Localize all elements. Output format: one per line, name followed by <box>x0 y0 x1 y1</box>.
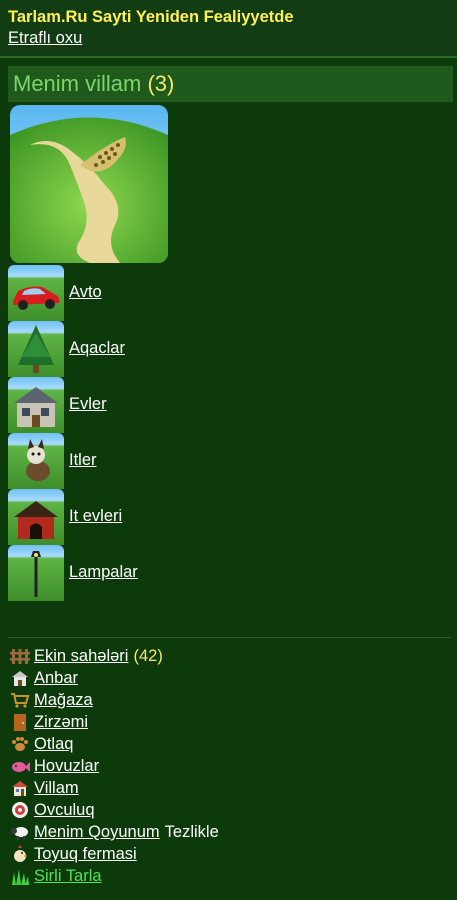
menu-link[interactable]: Sirli Tarla <box>34 865 102 887</box>
announcement-banner: Tarlam.Ru Sayti Yeniden Fealiyyetde Etra… <box>0 0 457 58</box>
menu-item-sirli-tarla[interactable]: Sirli Tarla <box>10 865 102 887</box>
category-aqaclar[interactable]: Aqaclar <box>8 321 408 377</box>
paw-icon <box>10 735 30 753</box>
fish-icon <box>10 757 30 775</box>
grass-icon <box>10 867 30 885</box>
category-lampalar[interactable]: Lampalar <box>8 545 408 601</box>
category-it-evleri[interactable]: It evleri <box>8 489 408 545</box>
section-header: Menim villam (3) <box>8 66 453 102</box>
category-label[interactable]: Avto <box>69 281 102 303</box>
menu-item-hovuzlar[interactable]: Hovuzlar <box>10 755 99 777</box>
menu-link[interactable]: Menim Qoyunum <box>34 821 160 843</box>
car-icon <box>8 265 64 321</box>
sheep-icon <box>10 823 30 841</box>
menu-link[interactable]: Otlaq <box>34 733 73 755</box>
category-label[interactable]: Lampalar <box>69 561 138 583</box>
villa-image <box>10 105 168 263</box>
menu-item-otlaq[interactable]: Otlaq <box>10 733 73 755</box>
menu-item-ovculuq[interactable]: Ovculuq <box>10 799 95 821</box>
lamp-icon <box>8 545 64 601</box>
menu-link[interactable]: Mağaza <box>34 689 93 711</box>
section-count: (3) <box>147 71 175 96</box>
menu-count: (42) <box>133 647 163 665</box>
category-itler[interactable]: Itler <box>8 433 408 489</box>
menu-item-magaza[interactable]: Mağaza <box>10 689 93 711</box>
house-icon <box>8 377 64 433</box>
menu-item-toyuq-fermasi[interactable]: Toyuq fermasi <box>10 843 137 865</box>
menu-link[interactable]: Ekin sahələri <box>34 645 128 667</box>
menu-item-menim-qoyunum[interactable]: Menim Qoyunum Tezlikle <box>10 821 219 843</box>
category-label[interactable]: Evler <box>69 393 107 415</box>
target-icon <box>10 801 30 819</box>
category-evler[interactable]: Evler <box>8 377 408 433</box>
menu-link[interactable]: Villam <box>34 777 79 799</box>
menu-link[interactable]: Zirzəmi <box>34 711 88 733</box>
category-avto[interactable]: Avto <box>8 265 408 321</box>
barn-icon <box>10 669 30 687</box>
announcement-title: Tarlam.Ru Sayti Yeniden Fealiyyetde <box>8 8 294 26</box>
category-label[interactable]: Itler <box>69 449 97 471</box>
menu-link[interactable]: Ovculuq <box>34 799 95 821</box>
coming-soon-label: Tezlikle <box>164 823 219 841</box>
tree-icon <box>8 321 64 377</box>
menu-link[interactable]: Toyuq fermasi <box>34 843 137 865</box>
menu-link[interactable]: Anbar <box>34 667 78 689</box>
read-more-link[interactable]: Etraflı oxu <box>8 29 82 47</box>
fence-icon <box>10 647 30 665</box>
section-title: Menim villam <box>13 71 142 96</box>
chicken-icon <box>10 845 30 863</box>
category-label[interactable]: It evleri <box>69 505 122 527</box>
menu-item-anbar[interactable]: Anbar <box>10 667 78 689</box>
villa-icon <box>10 779 30 797</box>
cart-icon <box>10 691 30 709</box>
menu-item-ekin-saheleri[interactable]: Ekin sahələri (42) <box>10 645 163 667</box>
category-label[interactable]: Aqaclar <box>69 337 125 359</box>
dog-icon <box>8 433 64 489</box>
door-icon <box>10 713 30 731</box>
menu-item-villam[interactable]: Villam <box>10 777 79 799</box>
doghouse-icon <box>8 489 64 545</box>
divider <box>8 637 451 638</box>
menu-item-zirzemi[interactable]: Zirzəmi <box>10 711 88 733</box>
menu-link[interactable]: Hovuzlar <box>34 755 99 777</box>
